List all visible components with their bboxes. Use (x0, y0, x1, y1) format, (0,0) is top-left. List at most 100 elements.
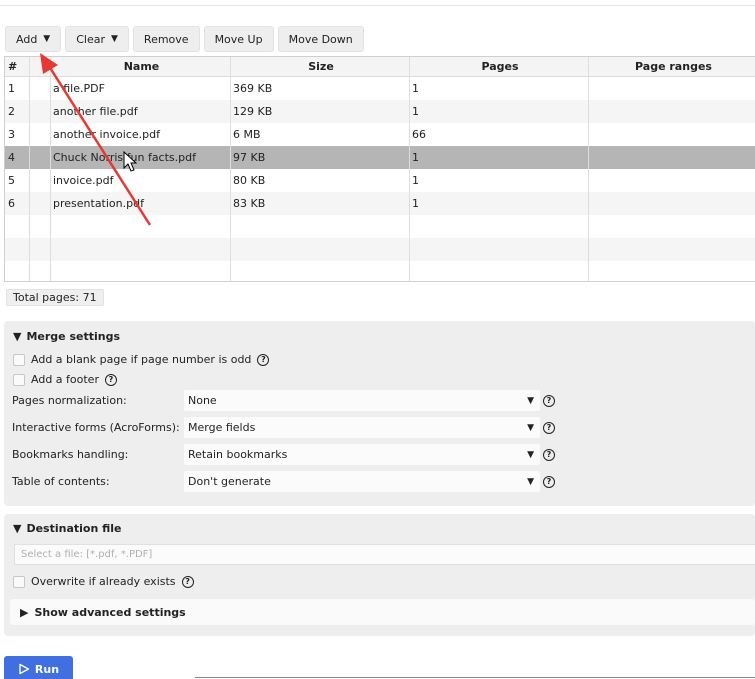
merge-settings-toggle[interactable]: ▼ Merge settings (13, 330, 120, 343)
table-row[interactable]: 5 invoice.pdf 80 KB 1 (5, 169, 755, 192)
run-button[interactable]: Run (4, 656, 73, 679)
page-count-cell: 1 (412, 197, 419, 210)
table-row[interactable]: 6 presentation.pdf 83 KB 1 (5, 192, 755, 215)
page-count-cell: 1 (412, 174, 419, 187)
files-table[interactable]: # Name Size Pages Page ranges 1 a file.PD… (4, 56, 755, 282)
add-button[interactable]: Add ▼ (5, 26, 62, 52)
move-up-button[interactable]: Move Up (203, 26, 274, 52)
help-icon[interactable]: ? (181, 575, 194, 588)
help-icon[interactable]: ? (543, 449, 555, 461)
destination-panel: ▼ Destination file Select a file: [*.pdf… (4, 514, 755, 636)
file-size-cell: 6 MB (233, 128, 261, 141)
collapse-triangle-icon: ▼ (13, 522, 22, 535)
overwrite-option: Overwrite if already exists ? (13, 575, 194, 588)
table-row (5, 238, 755, 261)
row-number-cell: 6 (8, 197, 15, 210)
blank-page-checkbox[interactable] (13, 353, 25, 366)
column-header-size[interactable]: Size (230, 57, 409, 76)
column-divider (409, 57, 410, 281)
bottom-divider (195, 677, 755, 678)
blank-page-option: Add a blank page if page number is odd ? (13, 353, 270, 366)
bookmarks-value: Retain bookmarks (188, 448, 288, 461)
caret-down-icon[interactable]: ▼ (43, 34, 50, 44)
column-header-number[interactable]: # (5, 57, 29, 76)
column-header-page-ranges[interactable]: Page ranges (588, 57, 755, 76)
advanced-settings-label: Show advanced settings (34, 605, 186, 619)
top-divider (0, 5, 755, 6)
help-icon[interactable]: ? (543, 476, 555, 488)
row-number-cell: 1 (8, 82, 15, 95)
column-divider (50, 57, 51, 281)
column-header-name[interactable]: Name (50, 57, 230, 76)
file-name-cell: another invoice.pdf (53, 128, 160, 141)
file-name-cell: invoice.pdf (53, 174, 114, 187)
overwrite-checkbox[interactable] (13, 575, 25, 588)
column-divider (230, 57, 231, 281)
file-name-cell: presentation.pdf (53, 197, 144, 210)
blank-page-label: Add a blank page if page number is odd (31, 353, 252, 366)
forms-value: Merge fields (188, 421, 256, 434)
toolbar: Add ▼ Clear ▼ Remove Move Up Move Down (5, 26, 364, 52)
toc-value: Don't generate (188, 475, 271, 488)
play-icon (19, 663, 30, 675)
page-ranges-cell[interactable] (588, 169, 755, 192)
file-size-cell: 129 KB (233, 105, 273, 118)
forms-label: Interactive forms (AcroForms): (12, 421, 180, 434)
merge-settings-title: Merge settings (26, 330, 121, 343)
dropdown-arrow-icon: ▼ (527, 395, 534, 406)
file-size-cell: 369 KB (233, 82, 273, 95)
normalization-label: Pages normalization: (12, 394, 127, 407)
page-ranges-cell[interactable] (588, 100, 755, 123)
merge-settings-panel: ▼ Merge settings Add a blank page if pag… (4, 321, 755, 506)
table-row[interactable]: 1 a file.PDF 369 KB 1 (5, 77, 755, 100)
column-header-pages[interactable]: Pages (409, 57, 588, 76)
row-number-cell: 4 (8, 151, 15, 164)
expand-triangle-icon: ▶ (20, 605, 29, 619)
normalization-value: None (188, 394, 217, 407)
overwrite-label: Overwrite if already exists (31, 575, 176, 588)
advanced-settings-toggle[interactable]: ▶ Show advanced settings (10, 599, 755, 625)
row-number-cell: 3 (8, 128, 15, 141)
bookmarks-label: Bookmarks handling: (12, 448, 129, 461)
run-label: Run (34, 662, 60, 676)
footer-checkbox[interactable] (13, 373, 25, 386)
table-row[interactable]: 4 Chuck Norris fun facts.pdf 97 KB 1 (5, 146, 755, 169)
destination-toggle[interactable]: ▼ Destination file (13, 522, 122, 535)
file-name-cell: another file.pdf (53, 105, 138, 118)
remove-button[interactable]: Remove (132, 26, 200, 52)
toc-select[interactable]: Don't generate ▼ (184, 471, 540, 492)
table-row[interactable]: 3 another invoice.pdf 6 MB 66 (5, 123, 755, 146)
dropdown-arrow-icon: ▼ (527, 476, 534, 487)
table-row (5, 215, 755, 238)
page-ranges-cell[interactable] (588, 123, 755, 146)
clear-button[interactable]: Clear ▼ (65, 26, 129, 52)
table-header: # Name Size Pages Page ranges (5, 57, 755, 77)
destination-file-input[interactable]: Select a file: [*.pdf, *.PDF] (14, 544, 755, 565)
normalization-select[interactable]: None ▼ (184, 390, 540, 411)
page-count-cell: 66 (412, 128, 426, 141)
page-count-cell: 1 (412, 151, 419, 164)
toc-label: Table of contents: (12, 475, 110, 488)
destination-title: Destination file (26, 522, 122, 535)
forms-select[interactable]: Merge fields ▼ (184, 417, 540, 438)
help-icon[interactable]: ? (543, 395, 555, 407)
row-number-cell: 5 (8, 174, 15, 187)
page-ranges-cell[interactable] (588, 77, 755, 100)
help-icon[interactable]: ? (543, 422, 555, 434)
footer-label: Add a footer (31, 373, 99, 386)
bookmarks-select[interactable]: Retain bookmarks ▼ (184, 444, 540, 465)
total-pages-label: Total pages: 71 (6, 289, 104, 306)
move-down-button[interactable]: Move Down (277, 26, 364, 52)
caret-down-icon[interactable]: ▼ (111, 34, 118, 44)
file-name-cell: Chuck Norris fun facts.pdf (53, 151, 196, 164)
help-icon[interactable]: ? (104, 373, 117, 386)
clear-button-label: Clear (76, 32, 105, 46)
footer-option: Add a footer ? (13, 373, 117, 386)
page-ranges-cell[interactable] (588, 146, 755, 169)
table-row[interactable]: 2 another file.pdf 129 KB 1 (5, 100, 755, 123)
column-divider (588, 57, 589, 281)
page-ranges-cell[interactable] (588, 192, 755, 215)
help-icon[interactable]: ? (257, 353, 270, 366)
file-name-cell: a file.PDF (53, 82, 105, 95)
row-number-cell: 2 (8, 105, 15, 118)
